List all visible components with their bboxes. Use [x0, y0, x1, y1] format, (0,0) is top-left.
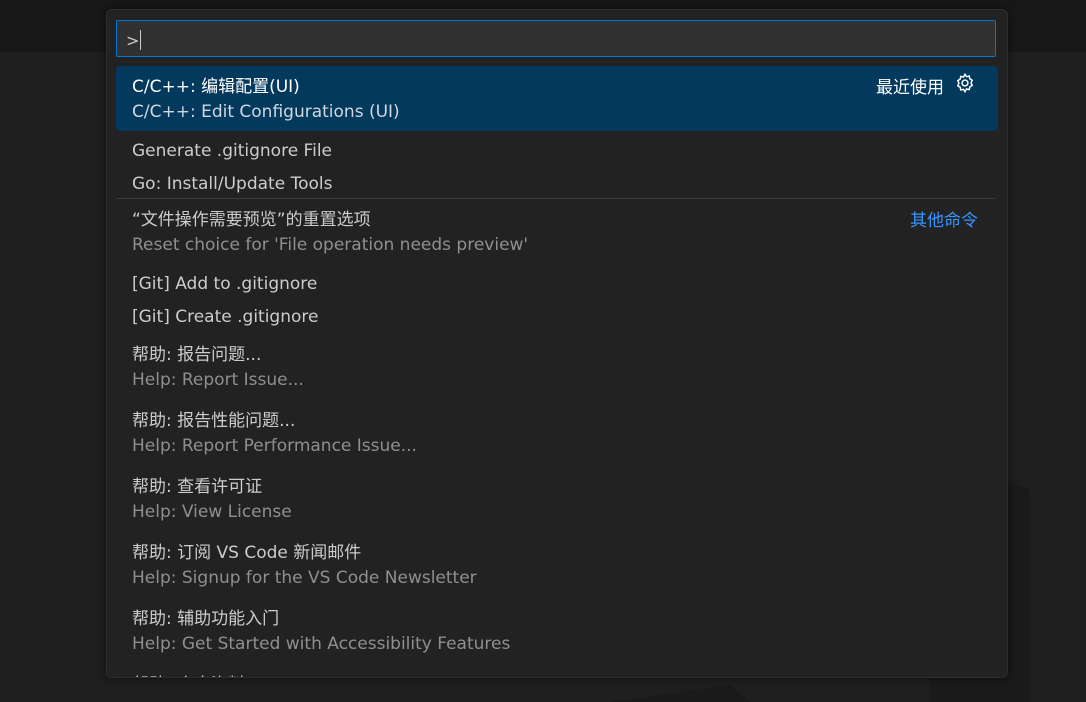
command-item-detail: Reset choice for 'File operation needs p…	[132, 235, 529, 255]
command-item-git-add-gitignore[interactable]: [Git] Add to .gitignore	[116, 269, 998, 302]
command-item-label: [Git] Add to .gitignore	[132, 274, 318, 294]
command-item-label: 帮助: 个人资料	[132, 670, 245, 677]
command-item-edit-configurations[interactable]: C/C++: 编辑配置(UI) C/C++: Edit Configuratio…	[116, 66, 998, 131]
text-caret	[140, 30, 142, 50]
command-item-help-report-issue[interactable]: 帮助: 报告问题... Help: Report Issue...	[116, 335, 998, 401]
command-input-value: >	[126, 31, 140, 50]
command-input[interactable]: >	[116, 20, 996, 57]
command-item-label: Go: Install/Update Tools	[132, 174, 333, 194]
command-item-label: Generate .gitignore File	[132, 141, 332, 161]
command-item-detail: Help: Report Performance Issue...	[132, 436, 417, 456]
other-commands-badge: 其他命令	[910, 211, 978, 231]
command-item-help-report-performance-issue[interactable]: 帮助: 报告性能问题... Help: Report Performance I…	[116, 401, 998, 467]
command-item-reset-file-operation-preview[interactable]: “文件操作需要预览”的重置选项 Reset choice for 'File o…	[116, 203, 998, 268]
command-item-label: 帮助: 订阅 VS Code 新闻邮件	[132, 543, 362, 563]
command-item-help-accessibility[interactable]: 帮助: 辅助功能入门 Help: Get Started with Access…	[116, 599, 998, 665]
command-item-label: 帮助: 报告问题...	[132, 345, 262, 365]
list-separator	[116, 198, 995, 199]
command-item-label: 帮助: 辅助功能入门	[132, 609, 280, 629]
command-item-help-view-license[interactable]: 帮助: 查看许可证 Help: View License	[116, 467, 998, 533]
command-item-git-create-gitignore[interactable]: [Git] Create .gitignore	[116, 302, 998, 335]
command-item-help-profile[interactable]: 帮助: 个人资料	[116, 665, 998, 677]
command-item-detail: Help: View License	[132, 502, 292, 522]
command-item-label: 帮助: 报告性能问题...	[132, 411, 296, 431]
command-item-label: “文件操作需要预览”的重置选项	[132, 210, 371, 230]
command-item-label: C/C++: 编辑配置(UI)	[132, 77, 300, 97]
command-item-label: 帮助: 查看许可证	[132, 477, 263, 497]
gear-icon[interactable]	[954, 72, 976, 94]
command-item-detail: Help: Get Started with Accessibility Fea…	[132, 634, 511, 654]
command-item-detail: C/C++: Edit Configurations (UI)	[132, 102, 400, 122]
command-item-detail: Help: Signup for the VS Code Newsletter	[132, 568, 477, 588]
command-item-detail: Help: Report Issue...	[132, 370, 304, 390]
command-item-help-newsletter[interactable]: 帮助: 订阅 VS Code 新闻邮件 Help: Signup for the…	[116, 533, 998, 599]
command-palette: > C/C++: 编辑配置(UI) C/C++: Edit Configurat…	[106, 9, 1008, 678]
command-item-generate-gitignore[interactable]: Generate .gitignore File	[116, 136, 998, 169]
recently-used-badge: 最近使用	[876, 78, 944, 98]
command-item-label: [Git] Create .gitignore	[132, 307, 319, 327]
